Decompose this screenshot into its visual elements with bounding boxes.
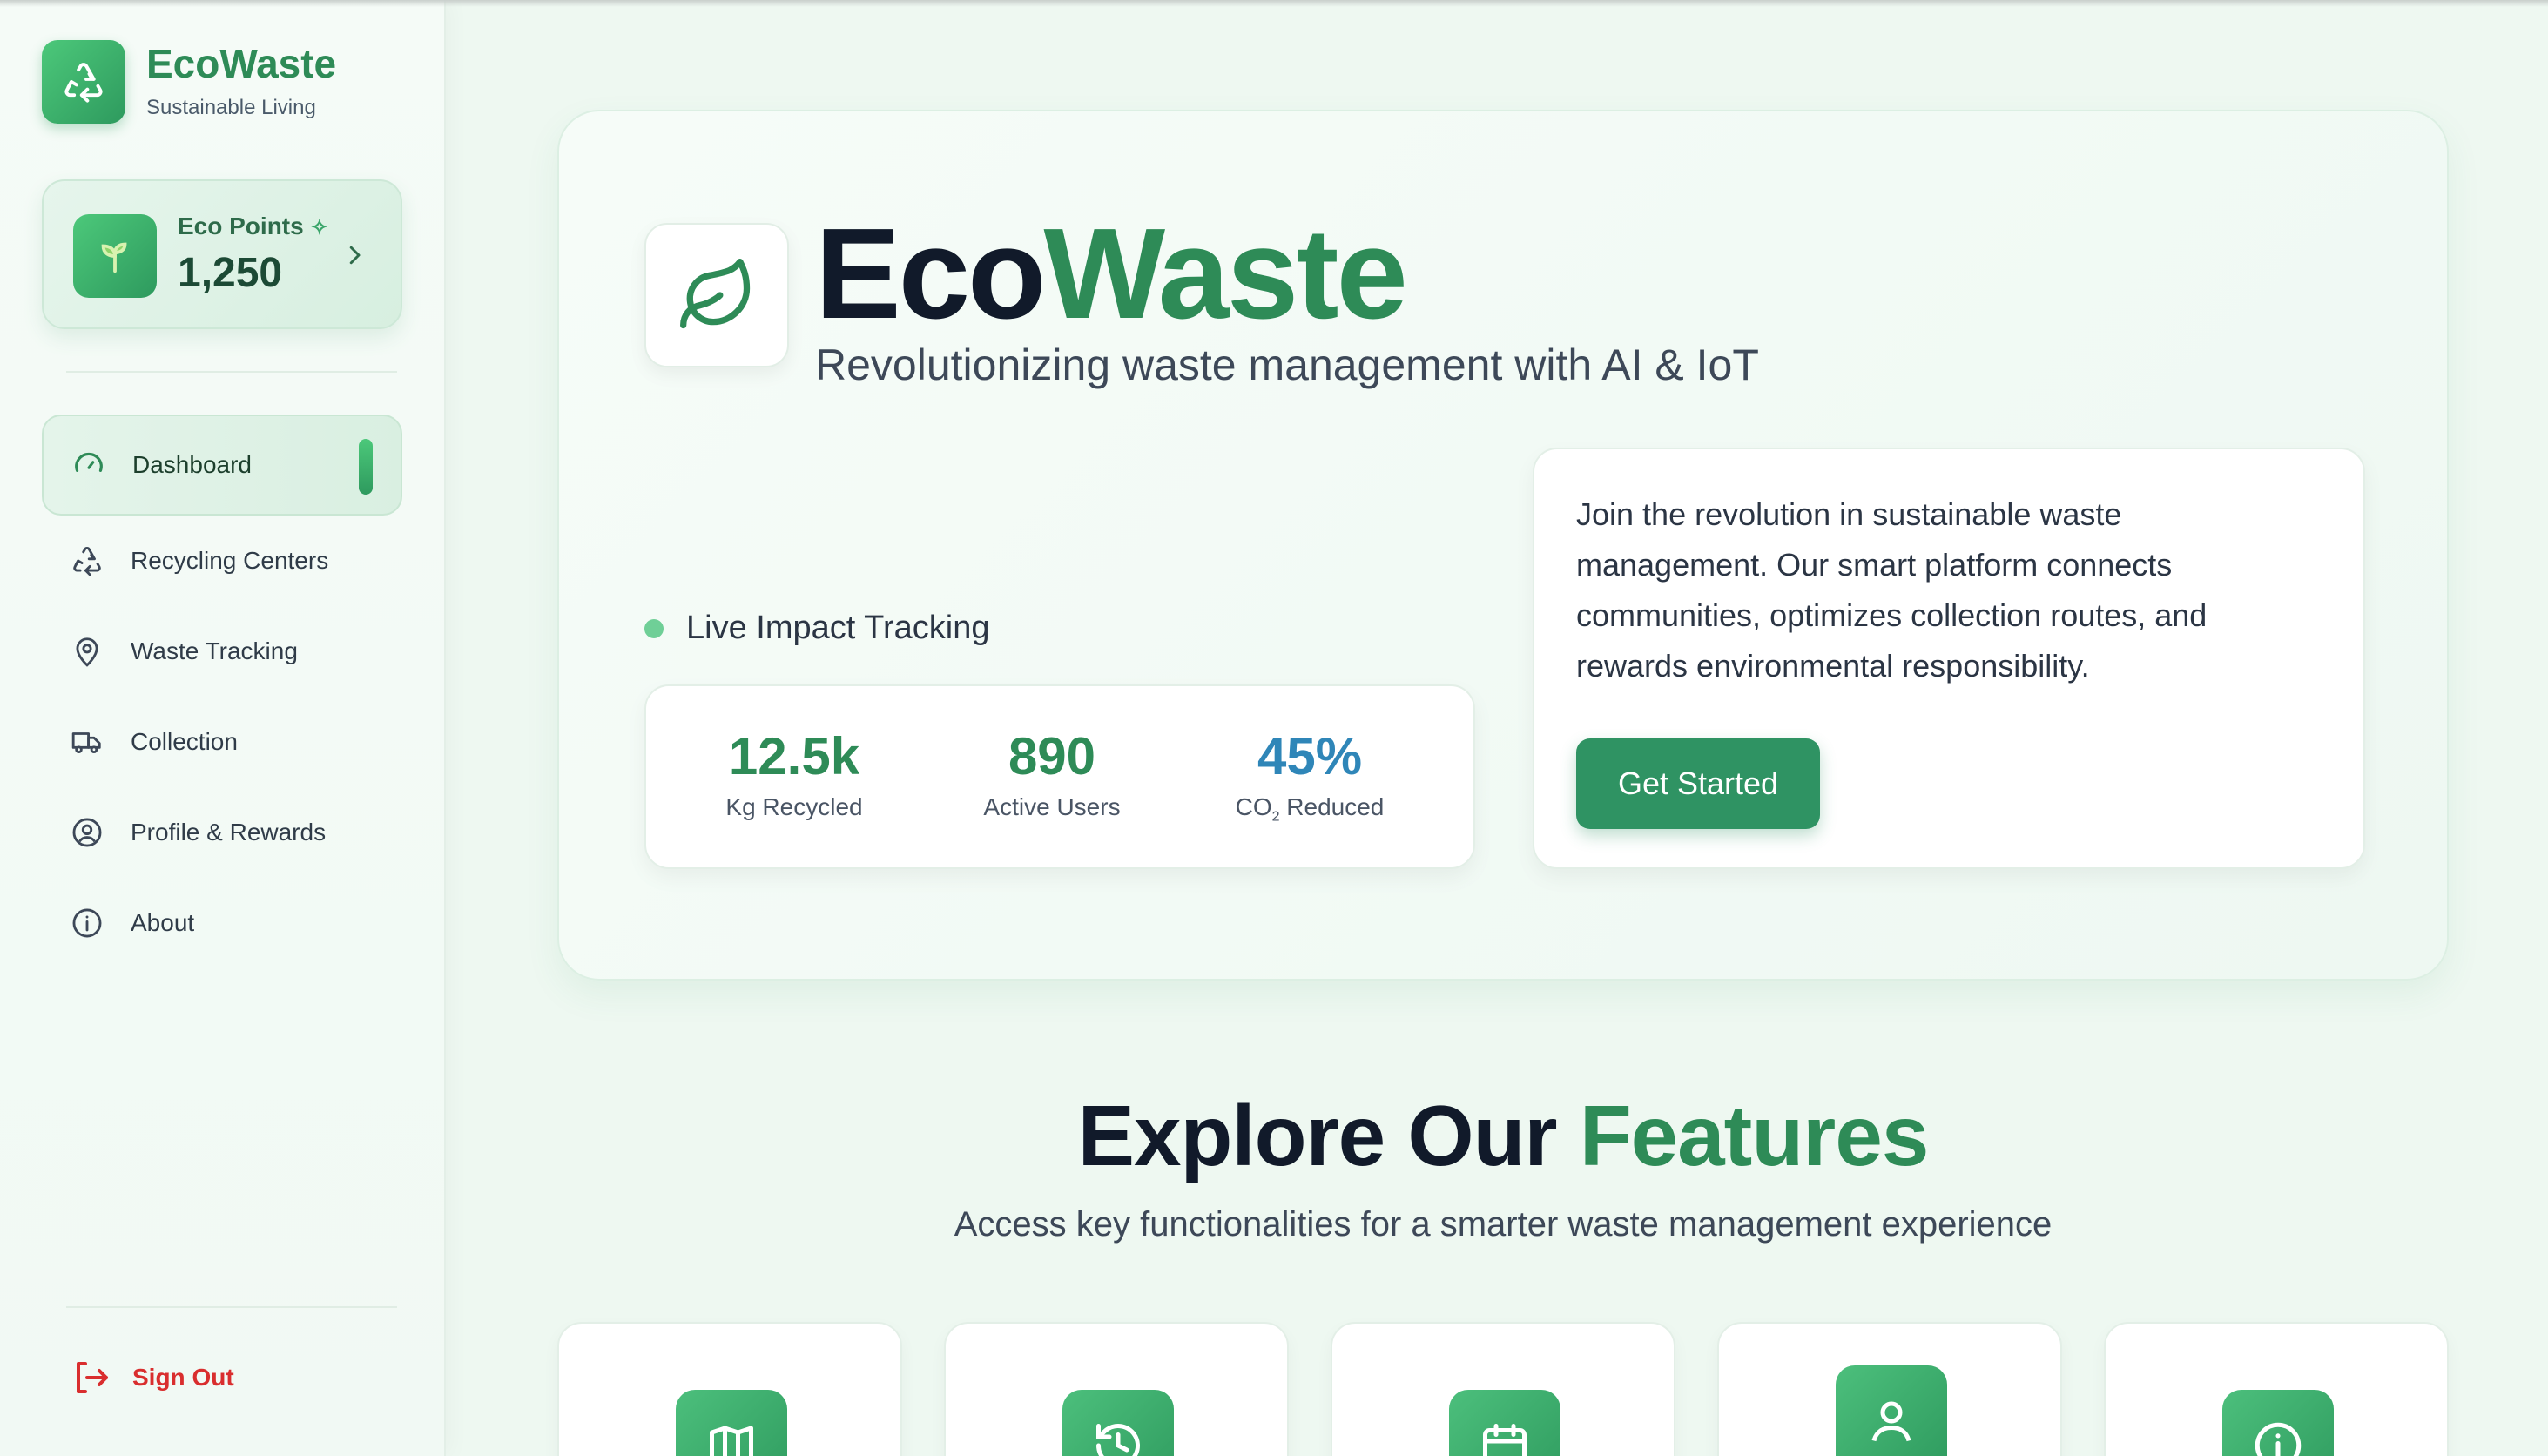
sparkle-icon: ✧ xyxy=(310,216,328,239)
sidebar-divider xyxy=(66,1306,397,1308)
gauge-icon xyxy=(71,448,106,482)
hero-card: EcoWaste Revolutionizing waste managemen… xyxy=(557,110,2449,981)
feature-card-user[interactable] xyxy=(1717,1322,2062,1456)
map-pin-icon xyxy=(70,634,104,669)
live-impact-tracking: Live Impact Tracking xyxy=(644,610,989,647)
brand[interactable]: EcoWaste Sustainable Living xyxy=(42,40,336,124)
join-card: Join the revolution in sustainable waste… xyxy=(1533,448,2365,869)
sidebar-item-label: Waste Tracking xyxy=(131,637,298,664)
active-indicator xyxy=(359,439,373,495)
seedling-icon xyxy=(73,214,157,298)
stat-label: Kg Recycled xyxy=(725,793,863,820)
eco-points-value: 1,250 xyxy=(178,250,283,296)
map-icon xyxy=(676,1390,787,1456)
eco-points-label: Eco Points ✧ xyxy=(178,212,328,239)
feature-card-info[interactable] xyxy=(2104,1322,2449,1456)
sidebar-item-recycling-centers[interactable]: Recycling Centers xyxy=(42,516,402,606)
features-title-dark: Explore Our xyxy=(1077,1088,1580,1183)
sidebar-item-collection[interactable]: Collection xyxy=(42,697,402,787)
sidebar-item-waste-tracking[interactable]: Waste Tracking xyxy=(42,606,402,697)
leaf-icon xyxy=(644,223,789,367)
sidebar-divider xyxy=(66,371,397,373)
sidebar: EcoWaste Sustainable Living Eco Points ✧ … xyxy=(0,0,446,1456)
get-started-button[interactable]: Get Started xyxy=(1576,738,1820,829)
sidebar-item-label: Collection xyxy=(131,728,238,755)
stat-label: CO2 Reduced xyxy=(1235,793,1385,825)
feature-card-map[interactable] xyxy=(557,1322,902,1456)
hero-title: EcoWaste xyxy=(815,197,1408,352)
feature-card-calendar[interactable] xyxy=(1331,1322,1675,1456)
live-label: Live Impact Tracking xyxy=(686,610,990,646)
recycle-icon xyxy=(70,543,104,578)
hero-title-waste: Waste xyxy=(1043,202,1407,346)
user-circle-icon xyxy=(70,815,104,850)
sign-out-button[interactable]: Sign Out xyxy=(70,1357,234,1399)
feature-card-history[interactable] xyxy=(944,1322,1289,1456)
stat-value: 12.5k xyxy=(728,727,860,785)
info-icon xyxy=(2222,1390,2334,1456)
features-subtitle: Access key functionalities for a smarter… xyxy=(954,1205,2053,1244)
sidebar-item-dashboard[interactable]: Dashboard xyxy=(42,415,402,516)
impact-stats: 12.5k Kg Recycled 890 Active Users 45% C… xyxy=(644,684,1475,869)
eco-points-card[interactable]: Eco Points ✧ 1,250 xyxy=(42,179,402,329)
live-dot xyxy=(644,618,664,638)
logout-icon xyxy=(77,1362,108,1393)
hero-subtitle: Revolutionizing waste management with AI… xyxy=(815,340,1759,389)
sidebar-item-label: Dashboard xyxy=(132,451,252,478)
chevron-right-icon[interactable] xyxy=(341,242,367,268)
stat-kg-recycled: 12.5k Kg Recycled xyxy=(664,726,925,821)
stat-value: 890 xyxy=(1008,727,1096,785)
info-icon xyxy=(70,906,104,940)
stat-co2-reduced: 45% CO2 Reduced xyxy=(1179,726,1440,826)
sidebar-item-label: About xyxy=(131,909,195,936)
history-icon xyxy=(1062,1390,1174,1456)
sidebar-item-label: Profile & Rewards xyxy=(131,819,327,846)
sidebar-item-profile-rewards[interactable]: Profile & Rewards xyxy=(42,787,402,878)
features-title: Explore Our Features xyxy=(557,1087,2449,1185)
join-text: Join the revolution in sustainable waste… xyxy=(1576,496,2208,684)
features-title-green: Features xyxy=(1579,1088,1930,1183)
top-shadow xyxy=(0,0,2548,7)
brand-subtitle: Sustainable Living xyxy=(146,96,316,119)
sign-out-label: Sign Out xyxy=(132,1364,234,1391)
truck-icon xyxy=(70,725,104,759)
brand-title: EcoWaste xyxy=(146,41,337,86)
sidebar-item-label: Recycling Centers xyxy=(131,547,329,574)
calendar-icon xyxy=(1449,1390,1560,1456)
user-icon xyxy=(1836,1365,1947,1456)
stat-value: 45% xyxy=(1257,727,1363,785)
stat-active-users: 890 Active Users xyxy=(921,726,1183,821)
recycle-logo-icon xyxy=(42,40,125,124)
sidebar-nav: Dashboard Recycling Centers Waste Tracki… xyxy=(42,415,402,968)
hero-title-eco: Eco xyxy=(815,202,1046,346)
sidebar-item-about[interactable]: About xyxy=(42,878,402,968)
stat-label: Active Users xyxy=(983,793,1121,820)
